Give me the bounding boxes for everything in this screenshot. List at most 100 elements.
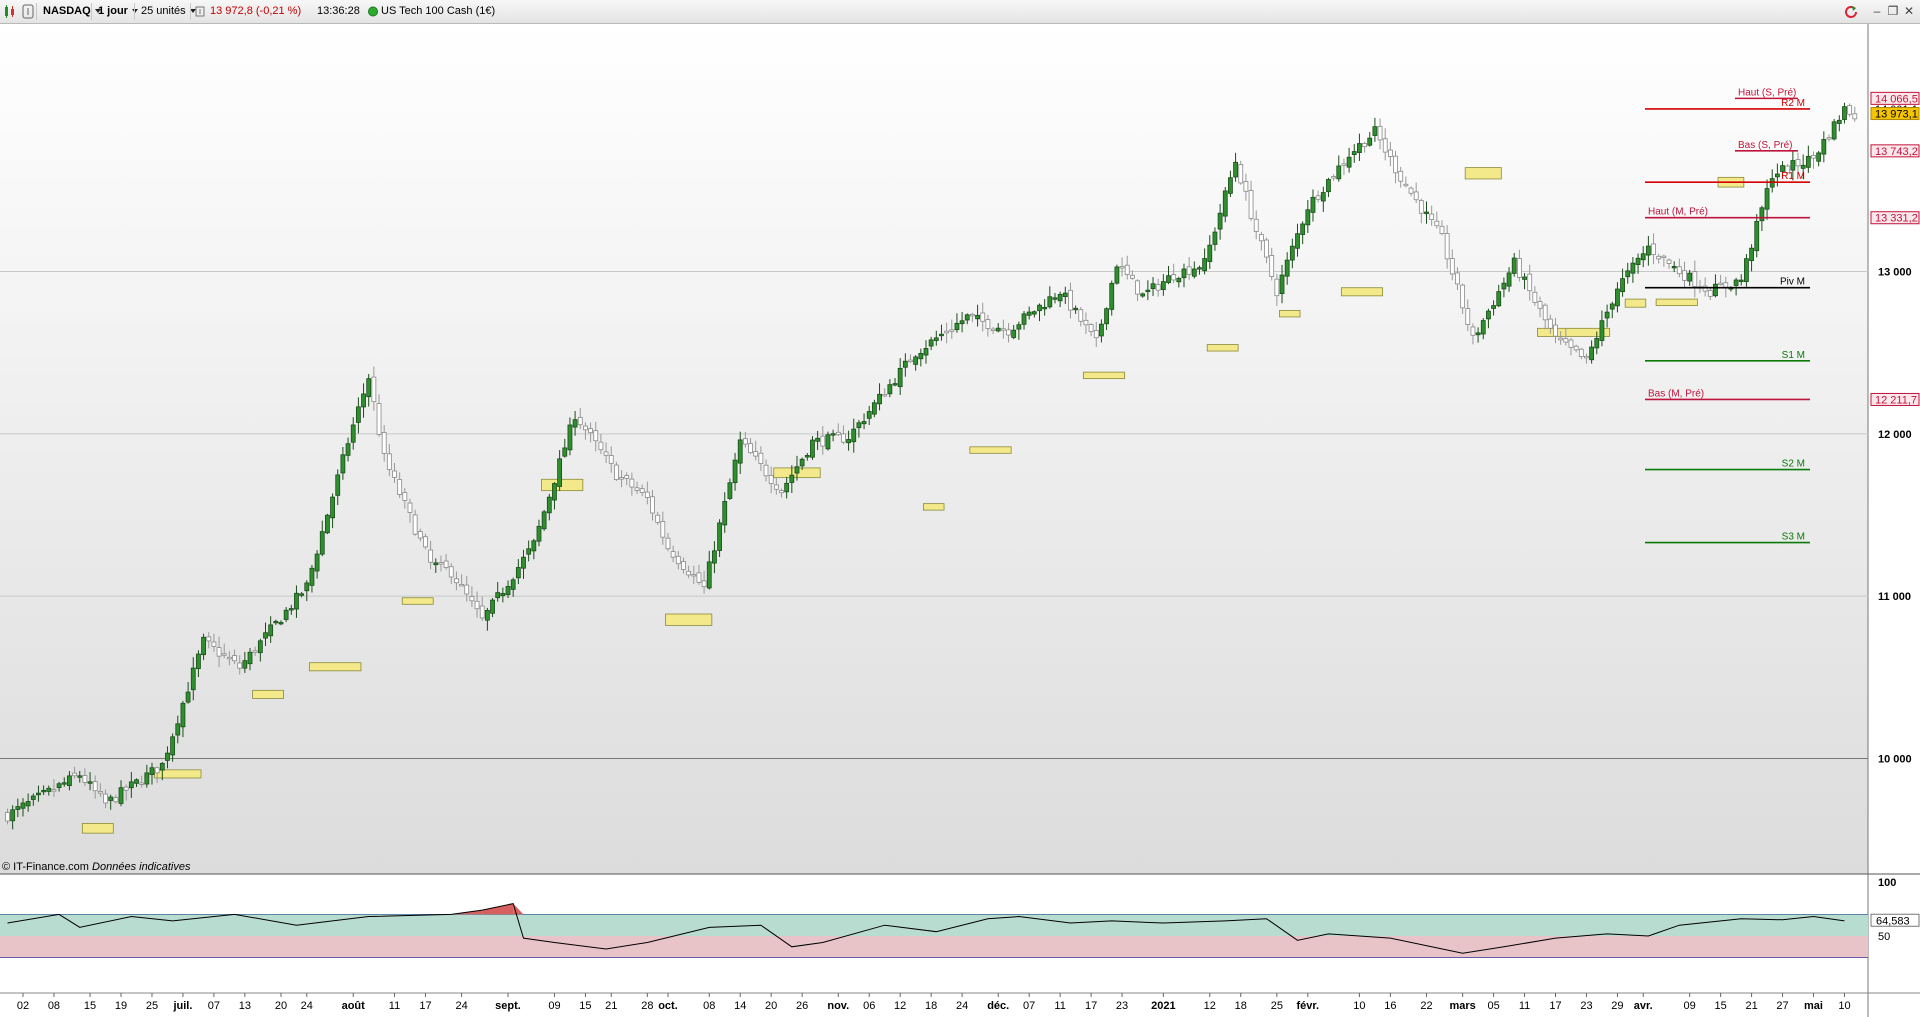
chart-type-icon[interactable]: [3, 3, 17, 20]
candle-body: [1496, 291, 1502, 307]
x-tick-label: 22: [1420, 1000, 1432, 1012]
x-tick-label: 29: [1611, 1000, 1623, 1012]
candle-body: [552, 483, 557, 501]
candle-body: [1295, 233, 1300, 249]
candle-body: [515, 567, 521, 579]
candle-body: [1842, 106, 1847, 120]
y-tick-label: 12 000: [1878, 429, 1912, 441]
candle-body: [1057, 293, 1063, 302]
candle-body: [1609, 303, 1615, 310]
candle-body: [1124, 264, 1130, 275]
candle-body: [856, 422, 862, 429]
candle-body: [1171, 274, 1177, 281]
candle-body: [371, 376, 377, 403]
candle-body: [1099, 323, 1104, 337]
minimize-icon[interactable]: –: [1870, 4, 1884, 18]
level-label: R2 M: [1781, 98, 1805, 109]
candle-body: [567, 424, 573, 451]
price-label: 13 743,2: [1875, 146, 1918, 158]
candle-body: [577, 416, 583, 426]
candle-body: [402, 492, 408, 501]
settings-icon[interactable]: [21, 3, 35, 20]
copyright-text: © IT-Finance.com Données indicatives: [2, 861, 191, 873]
x-tick-label: mai: [1804, 1000, 1823, 1012]
candle-body: [1068, 289, 1073, 311]
candle-body: [149, 767, 155, 775]
candle-body: [691, 574, 697, 577]
candle-body: [206, 636, 212, 642]
candle-body: [1042, 306, 1048, 310]
candle-body: [820, 435, 826, 447]
candle-body: [1238, 164, 1244, 184]
candle-body: [696, 572, 702, 583]
candle-body: [10, 809, 16, 822]
candle-body: [330, 496, 335, 519]
x-tick-label: juil.: [172, 1000, 192, 1012]
candle-body: [944, 330, 950, 334]
candle-body: [340, 454, 346, 474]
candle-body: [964, 314, 970, 321]
symbol-select[interactable]: NASDAQ: [36, 3, 101, 20]
x-tick-label: nov.: [827, 1000, 849, 1012]
candle-body: [92, 781, 98, 792]
x-tick-label: 24: [301, 1000, 313, 1012]
candle-body: [546, 496, 552, 514]
info-icon[interactable]: [190, 3, 206, 20]
candle-body: [1052, 297, 1058, 300]
candle-body: [1331, 176, 1337, 179]
x-tick-label: 2021: [1151, 1000, 1175, 1012]
candle-body: [835, 431, 841, 436]
candle-body: [1274, 278, 1280, 297]
candle-body: [464, 584, 470, 595]
x-tick-label: 16: [1384, 1000, 1396, 1012]
candle-body: [933, 337, 939, 341]
candle-body: [1186, 266, 1192, 275]
refresh-icon[interactable]: [1844, 4, 1858, 18]
candle-body: [949, 329, 955, 332]
close-icon[interactable]: ✕: [1902, 4, 1916, 18]
candle-body: [1243, 181, 1249, 192]
candle-body: [505, 586, 511, 595]
candle-body: [46, 787, 52, 792]
candle-body: [882, 394, 888, 397]
candle-body: [484, 609, 490, 621]
restore-icon[interactable]: ❐: [1886, 4, 1900, 18]
candle-body: [278, 622, 284, 625]
x-tick-label: 05: [1487, 1000, 1499, 1012]
candle-body: [639, 488, 645, 493]
x-tick-label: avr.: [1634, 1000, 1653, 1012]
candle-body: [1011, 329, 1017, 338]
candle-body: [510, 579, 516, 590]
candle-body: [335, 474, 341, 496]
candle-body: [1532, 291, 1538, 303]
candle-body: [30, 795, 36, 800]
gap-box: [252, 689, 284, 699]
candle-body: [113, 797, 119, 803]
candle-body: [1217, 212, 1223, 230]
candle-body: [794, 466, 800, 474]
x-tick-label: 09: [548, 1000, 560, 1012]
x-tick-label: 02: [17, 1000, 29, 1012]
chart-area[interactable]: Haut (S, Pré)R2 M Bas (S, Pré) R1 M Haut (M…: [0, 24, 1920, 1017]
candle-body: [1558, 337, 1564, 341]
candle-body: [830, 433, 836, 436]
candle-body: [1537, 301, 1543, 309]
candle-body: [1723, 282, 1729, 288]
candle-body: [1744, 258, 1749, 282]
candle-body: [1764, 188, 1770, 210]
candle-body: [72, 772, 77, 777]
x-tick-label: mars: [1449, 1000, 1475, 1012]
candle-body: [768, 474, 774, 485]
candle-body: [939, 333, 944, 337]
candle-body: [1599, 320, 1605, 341]
candle-body: [1145, 289, 1151, 293]
candle-body: [1444, 233, 1450, 260]
candle-body: [902, 360, 908, 368]
candle-body: [995, 327, 1001, 332]
candle-body: [1749, 247, 1754, 262]
candle-body: [1047, 296, 1053, 308]
candle-body: [629, 478, 635, 488]
period-select[interactable]: 1 jour: [91, 3, 138, 20]
units-select[interactable]: 25 unités: [134, 3, 196, 20]
candle-body: [1109, 282, 1115, 310]
